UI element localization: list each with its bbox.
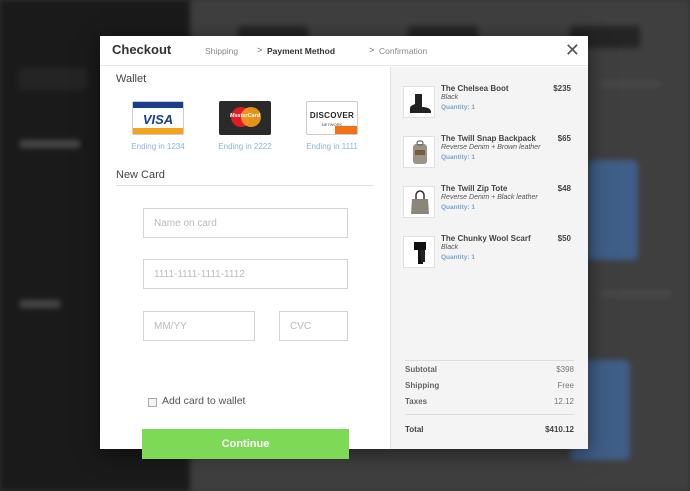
wallet-card-discover[interactable]: DISCOVER NETWORK Ending in 1111 bbox=[292, 101, 372, 151]
shipping-value: Free bbox=[557, 381, 574, 390]
wallet-card-visa[interactable]: VISA Ending in 1234 bbox=[118, 101, 198, 151]
item-name: The Twill Zip Tote bbox=[441, 184, 508, 193]
item-quantity: Quantity: 1 bbox=[441, 154, 475, 161]
total-label: Total bbox=[405, 425, 424, 434]
discover-card-icon: DISCOVER NETWORK bbox=[306, 101, 358, 135]
close-icon[interactable]: ✕ bbox=[565, 40, 580, 60]
step-shipping[interactable]: Shipping bbox=[205, 46, 238, 56]
cart-item: The Chelsea Boot Black Quantity: 1 $235 bbox=[403, 84, 583, 124]
checkout-modal: Checkout Shipping > Payment Method > Con… bbox=[100, 36, 588, 459]
item-price: $48 bbox=[557, 184, 571, 193]
step-separator: > bbox=[257, 45, 263, 55]
item-name: The Chelsea Boot bbox=[441, 84, 509, 93]
item-variant: Black bbox=[441, 94, 459, 101]
wallet-title: Wallet bbox=[116, 73, 147, 85]
backpack-icon bbox=[403, 136, 435, 168]
subtotal-value: $398 bbox=[556, 365, 574, 374]
order-summary-panel: The Chelsea Boot Black Quantity: 1 $235 … bbox=[390, 67, 588, 449]
item-quantity: Quantity: 1 bbox=[441, 104, 475, 111]
cvc-input[interactable] bbox=[279, 311, 348, 341]
shipping-label: Shipping bbox=[405, 381, 440, 390]
total-value: $410.12 bbox=[545, 425, 574, 434]
wallet-card-caption: Ending in 1234 bbox=[131, 142, 185, 151]
item-name: The Chunky Wool Scarf bbox=[441, 234, 531, 243]
continue-button[interactable]: Continue bbox=[142, 429, 349, 459]
taxes-value: 12.12 bbox=[553, 397, 574, 406]
add-to-wallet-checkbox[interactable] bbox=[148, 398, 157, 407]
item-quantity: Quantity: 1 bbox=[441, 254, 475, 261]
summary-divider bbox=[405, 414, 574, 415]
wallet-card-mastercard[interactable]: MasterCard Ending in 2222 bbox=[205, 101, 285, 151]
payment-panel: Wallet VISA Ending in 1234 MasterCard En… bbox=[100, 67, 390, 459]
card-number-input[interactable] bbox=[143, 259, 348, 289]
item-price: $50 bbox=[557, 234, 571, 243]
subtotal-label: Subtotal bbox=[405, 365, 437, 374]
visa-card-icon: VISA bbox=[132, 101, 184, 135]
modal-header: Checkout Shipping > Payment Method > Con… bbox=[100, 36, 588, 66]
item-price: $235 bbox=[553, 84, 571, 93]
wallet-card-caption: Ending in 1111 bbox=[306, 142, 358, 151]
cart-item: The Twill Zip Tote Reverse Denim + Black… bbox=[403, 184, 583, 224]
step-separator: > bbox=[369, 45, 375, 55]
step-confirmation[interactable]: Confirmation bbox=[379, 46, 427, 56]
item-variant: Reverse Denim + Black leather bbox=[441, 194, 538, 201]
item-name: The Twill Snap Backpack bbox=[441, 134, 536, 143]
add-to-wallet-label[interactable]: Add card to wallet bbox=[162, 395, 245, 407]
expiry-input[interactable] bbox=[143, 311, 255, 341]
scarf-icon bbox=[403, 236, 435, 268]
cart-item: The Chunky Wool Scarf Black Quantity: 1 … bbox=[403, 234, 583, 274]
item-price: $65 bbox=[557, 134, 571, 143]
section-divider bbox=[116, 185, 374, 186]
step-payment-method[interactable]: Payment Method bbox=[267, 46, 335, 56]
wallet-card-caption: Ending in 2222 bbox=[218, 142, 272, 151]
taxes-label: Taxes bbox=[405, 397, 428, 406]
boot-icon bbox=[403, 86, 435, 118]
item-variant: Black bbox=[441, 244, 459, 251]
summary-divider bbox=[405, 360, 574, 361]
tote-icon bbox=[403, 186, 435, 218]
mastercard-card-icon: MasterCard bbox=[219, 101, 271, 135]
item-quantity: Quantity: 1 bbox=[441, 204, 475, 211]
new-card-title: New Card bbox=[116, 169, 165, 181]
name-on-card-input[interactable] bbox=[143, 208, 348, 238]
modal-title: Checkout bbox=[112, 42, 172, 57]
item-variant: Reverse Denim + Brown leather bbox=[441, 144, 541, 151]
cart-item: The Twill Snap Backpack Reverse Denim + … bbox=[403, 134, 583, 174]
